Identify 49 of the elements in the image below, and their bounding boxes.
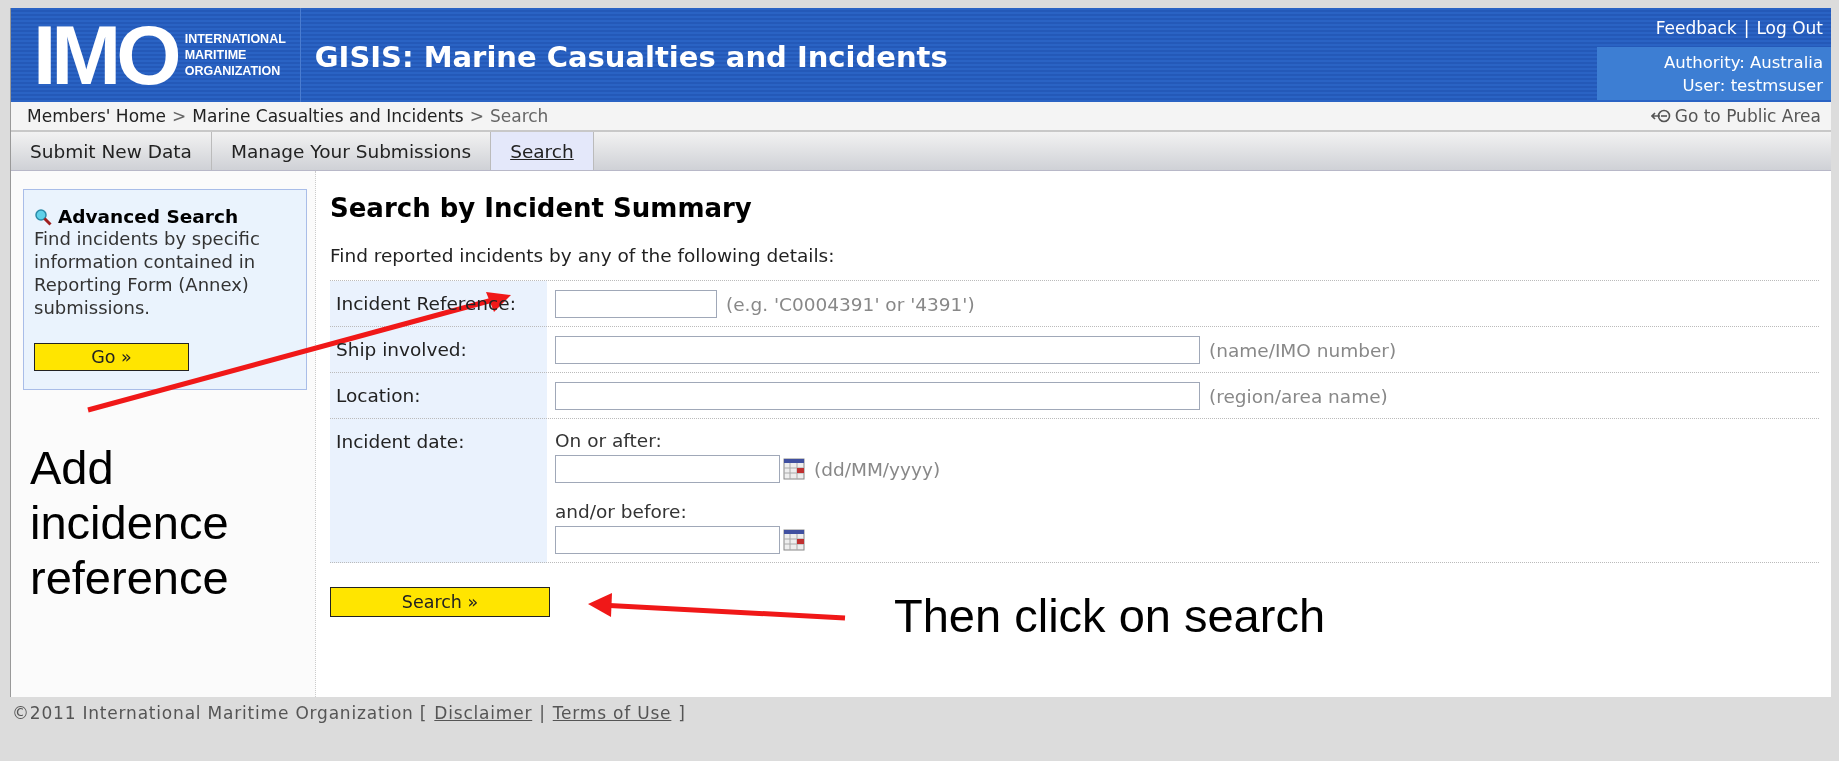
nav-tab[interactable]: Submit New Data <box>11 132 212 170</box>
annotation-text: Add incidence reference <box>30 440 230 605</box>
field-hint: (dd/MM/yyyy) <box>814 458 941 480</box>
breadcrumb-link[interactable]: Marine Casualties and Incidents <box>192 106 464 126</box>
footer-link[interactable]: Terms of Use <box>552 703 672 723</box>
input-field[interactable] <box>555 336 1200 364</box>
breadcrumb-link[interactable]: Members' Home <box>27 106 167 126</box>
calendar-icon[interactable] <box>783 458 805 480</box>
date-label: and/or before: <box>555 501 688 522</box>
public-area-link[interactable]: Go to Public Area <box>1650 106 1821 126</box>
header-link[interactable]: Log Out <box>1756 18 1823 38</box>
panel-title: Advanced Search <box>58 206 239 227</box>
calendar-icon[interactable] <box>783 529 805 551</box>
link-separator: | <box>1743 18 1750 38</box>
footer-link[interactable]: Disclaimer <box>434 703 533 723</box>
organization-name: INTERNATIONAL <box>184 31 286 47</box>
date-label: On or after: <box>555 430 663 451</box>
field-label: Incident date: <box>335 430 466 454</box>
annotation-text: Then click on search <box>894 588 1326 643</box>
search-button[interactable]: Search » <box>330 587 550 617</box>
logo-letters: IMO <box>33 13 177 97</box>
organization-name: MARITIME <box>184 47 248 63</box>
nav-tab[interactable]: Search <box>491 132 594 170</box>
header-link[interactable]: Feedback <box>1655 18 1737 38</box>
breadcrumb-separator: > <box>172 106 187 126</box>
magnifier-icon <box>34 207 52 226</box>
return-icon <box>1650 109 1671 123</box>
bracket-text: ] <box>678 703 686 723</box>
link-separator: | <box>539 703 546 723</box>
input-field[interactable] <box>555 382 1200 410</box>
user-text: User: testmsuser <box>1682 75 1823 97</box>
page-heading: Search by Incident Summary <box>330 193 753 223</box>
site-title: GISIS: Marine Casualties and Incidents <box>313 39 949 76</box>
breadcrumb-separator: > <box>469 106 484 126</box>
field-hint: (e.g. 'C0004391' or '4391') <box>726 293 975 315</box>
go-button[interactable]: Go » <box>34 343 189 371</box>
organization-name: ORGANIZATION <box>184 63 282 79</box>
date-field[interactable] <box>555 455 780 483</box>
copyright-text: ©2011 International Maritime Organization [ <box>12 703 428 723</box>
field-label: Location: <box>335 384 422 408</box>
input-field[interactable] <box>555 290 717 318</box>
field-label: Ship involved: <box>335 338 468 362</box>
intro-text: Find reported incidents by any of the following details: <box>330 245 836 266</box>
date-field[interactable] <box>555 526 780 554</box>
field-hint: (name/IMO number) <box>1209 339 1397 361</box>
authority-text: Authority: Australia <box>1664 52 1823 74</box>
field-hint: (region/area name) <box>1209 385 1388 407</box>
current-page-text: Search <box>490 106 549 126</box>
panel-description: Find incidents by specific information contained in Reporting Form (Annex) submissions. <box>34 227 261 319</box>
